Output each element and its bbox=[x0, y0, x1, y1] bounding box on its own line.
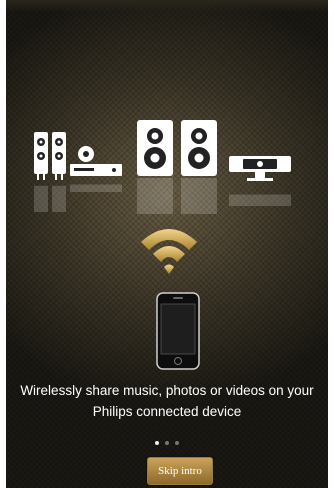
speakers-reflection bbox=[137, 178, 217, 214]
page-dot-3[interactable] bbox=[175, 441, 179, 445]
page-dot-1[interactable] bbox=[155, 441, 159, 445]
soundbar-reflection bbox=[229, 194, 291, 206]
hifi-system-icon bbox=[34, 132, 122, 180]
wifi-icon bbox=[141, 229, 197, 274]
page-indicator bbox=[6, 432, 328, 450]
page-dot-2[interactable] bbox=[165, 441, 169, 445]
smartphone-icon bbox=[156, 292, 200, 370]
hifi-reflection bbox=[34, 184, 122, 212]
intro-screen: Wirelessly share music, photos or videos… bbox=[6, 0, 328, 488]
soundbar-icon bbox=[229, 156, 291, 181]
device-illustrations bbox=[6, 110, 328, 230]
speakers-icon bbox=[137, 120, 217, 176]
intro-caption: Wirelessly share music, photos or videos… bbox=[20, 383, 314, 419]
skip-intro-button[interactable]: Skip intro bbox=[147, 457, 213, 485]
top-shade bbox=[6, 0, 328, 12]
